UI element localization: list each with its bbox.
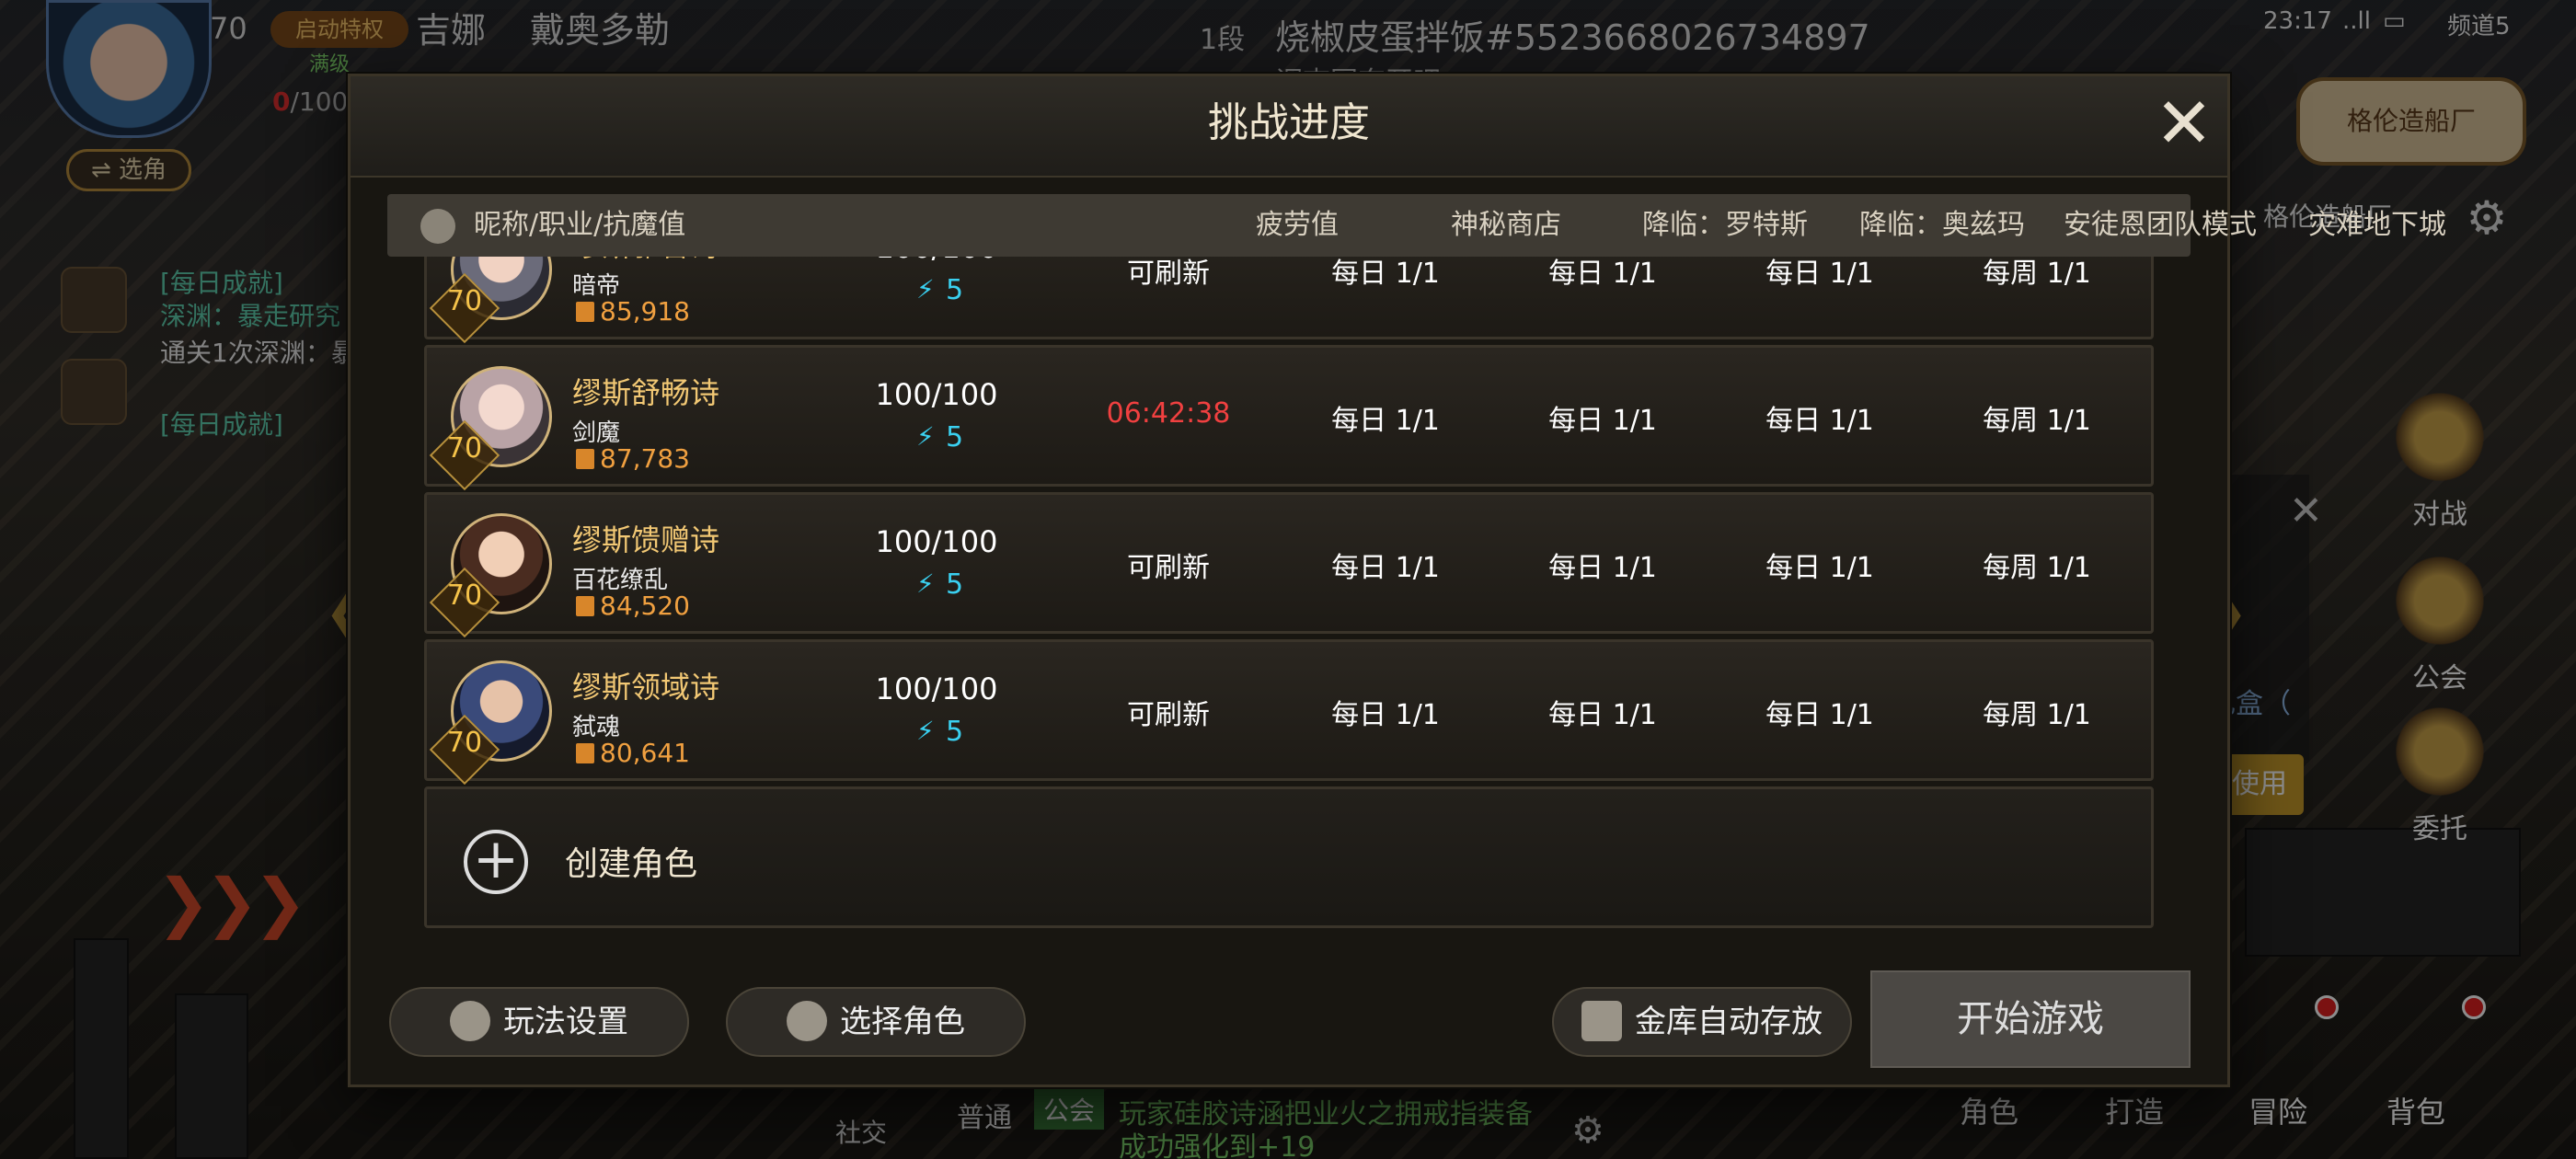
anti-magic-value: 80,641 — [600, 738, 690, 768]
antoine-progress: 每日 1/1 — [1765, 699, 1874, 731]
character-icon — [787, 1000, 827, 1041]
character-level: 70 — [446, 285, 483, 317]
col-shop: 神秘商店 — [1451, 209, 1561, 241]
gameplay-settings-label: 玩法设置 — [503, 1004, 628, 1040]
vault-auto-store-label: 金库自动存放 — [1635, 1004, 1823, 1040]
dungeon-progress: 每周 1/1 — [1983, 699, 2091, 731]
select-character-button[interactable]: 选择角色 — [726, 987, 1026, 1057]
fatigue-regen: 5 — [946, 716, 964, 748]
character-level: 70 — [446, 432, 483, 465]
create-character-row[interactable]: + 创建角色 — [424, 786, 2154, 928]
anti-magic-value: 84,520 — [600, 591, 690, 621]
fatigue-value: 100/100 — [875, 524, 998, 559]
gameplay-settings-button[interactable]: 玩法设置 — [389, 987, 689, 1057]
fatigue-value: 100/100 — [863, 257, 1010, 265]
dungeon-progress: 每周 1/1 — [1983, 552, 2091, 584]
dungeon-progress: 每周 1/1 — [1983, 405, 2091, 437]
vault-auto-store-button[interactable]: 金库自动存放 — [1552, 987, 1852, 1057]
plus-icon: + — [464, 830, 528, 894]
col-rotos: 降临：罗特斯 — [1642, 209, 1808, 241]
rotos-progress: 每日 1/1 — [1331, 552, 1440, 584]
table-row[interactable]: 70 缪斯舒畅诗 剑魔 87,783 100/100 ⚡ 5 06:42:38 … — [424, 345, 2154, 491]
bolt-icon: ⚡ — [916, 716, 935, 746]
rotos-progress: 每日 1/1 — [1331, 699, 1440, 731]
table-row[interactable]: 70 缪斯馈赠诗 百花缭乱 84,520 100/100 ⚡ 5 可刷新 每日 … — [424, 492, 2154, 638]
character-name: 缪斯馈赠诗 — [572, 522, 720, 557]
fatigue-value: 100/100 — [875, 377, 998, 412]
anti-magic-value: 85,918 — [600, 296, 690, 327]
antoine-progress: 每日 1/1 — [1765, 405, 1874, 437]
anti-magic-icon — [576, 596, 594, 616]
create-character-label: 创建角色 — [565, 845, 698, 883]
anti-magic-icon — [576, 302, 594, 322]
col-name: 昵称/职业/抗魔值 — [474, 209, 686, 241]
select-character-label: 选择角色 — [840, 1004, 965, 1040]
dialog-title: 挑战进度 — [1208, 99, 1370, 146]
shop-status: 可刷新 — [1127, 552, 1210, 584]
bolt-icon: ⚡ — [916, 274, 935, 304]
col-dungeon: 灾难地下城 — [2308, 209, 2446, 241]
col-fatigue: 疲劳值 — [1256, 209, 1339, 241]
fatigue-regen: 5 — [946, 274, 964, 306]
table-header: 昵称/职业/抗魔值 疲劳值 神秘商店 降临：罗特斯 降临：奥兹玛 安徒恩团队模式… — [387, 194, 2446, 257]
bolt-icon: ⚡ — [916, 421, 935, 452]
character-name: 缪斯舒畅诗 — [572, 375, 720, 410]
fatigue-value: 100/100 — [875, 671, 998, 706]
shop-status: 可刷新 — [1127, 699, 1210, 731]
character-name: 缪斯雅言诗 — [572, 257, 719, 265]
shop-timer: 06:42:38 — [1106, 397, 1231, 430]
character-level: 70 — [446, 727, 483, 759]
dungeon-progress: 每周 1/1 — [1983, 258, 2091, 290]
character-list[interactable]: 70 缪斯雅言诗 暗帝 85,918 100/100 ⚡ 5 可刷新 每日 1/… — [424, 257, 2154, 1029]
rotos-progress: 每日 1/1 — [1331, 258, 1440, 290]
challenge-progress-dialog: 挑战进度 ✕ 昵称/职业/抗魔值 疲劳值 神秘商店 降临：罗特斯 降临：奥兹玛 … — [348, 74, 2446, 1087]
gear-icon — [450, 1000, 490, 1041]
ozma-progress: 每日 1/1 — [1548, 552, 1657, 584]
shop-status: 可刷新 — [1127, 258, 1210, 290]
fatigue-regen: 5 — [946, 568, 964, 601]
character-head-icon — [420, 209, 455, 244]
character-name: 缪斯领域诗 — [572, 670, 720, 705]
fatigue-regen: 5 — [946, 421, 964, 453]
rotos-progress: 每日 1/1 — [1331, 405, 1440, 437]
start-game-button[interactable]: 开始游戏 — [1870, 970, 2191, 1068]
table-row[interactable]: 70 缪斯领域诗 弑魂 80,641 100/100 ⚡ 5 可刷新 每日 1/… — [424, 639, 2154, 786]
antoine-progress: 每日 1/1 — [1765, 258, 1874, 290]
col-ozma: 降临：奥兹玛 — [1859, 209, 2025, 241]
ozma-progress: 每日 1/1 — [1548, 699, 1657, 731]
antoine-progress: 每日 1/1 — [1765, 552, 1874, 584]
character-level: 70 — [446, 580, 483, 612]
bolt-icon: ⚡ — [916, 568, 935, 599]
vault-icon — [1581, 1000, 1622, 1041]
col-antoine: 安徒恩团队模式 — [2064, 209, 2257, 241]
ozma-progress: 每日 1/1 — [1548, 258, 1657, 290]
table-row[interactable]: 70 缪斯雅言诗 暗帝 85,918 100/100 ⚡ 5 可刷新 每日 1/… — [424, 257, 2154, 344]
close-icon[interactable]: ✕ — [2152, 88, 2216, 159]
anti-magic-icon — [576, 449, 594, 469]
anti-magic-value: 87,783 — [600, 443, 690, 474]
ozma-progress: 每日 1/1 — [1548, 405, 1657, 437]
anti-magic-icon — [576, 743, 594, 763]
